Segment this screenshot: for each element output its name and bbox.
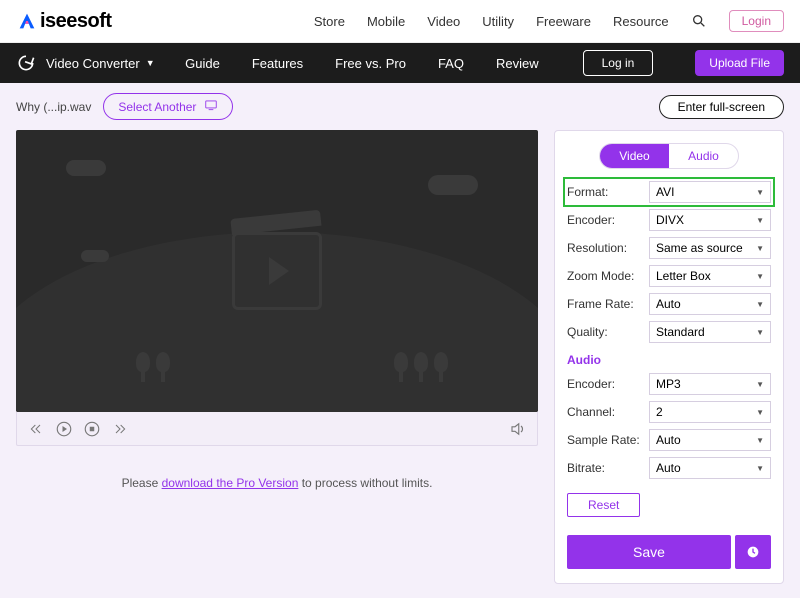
chevron-down-icon: ▼ [756, 380, 764, 389]
label-zoom-mode: Zoom Mode: [567, 269, 649, 283]
reset-button[interactable]: Reset [567, 493, 640, 517]
player-controls [16, 412, 538, 446]
save-button[interactable]: Save [567, 535, 731, 569]
select-channel[interactable]: 2▼ [649, 401, 771, 423]
select-zoom-mode[interactable]: Letter Box▼ [649, 265, 771, 287]
row-format: Format: AVI▼ [565, 179, 773, 205]
label-channel: Channel: [567, 405, 649, 419]
search-icon[interactable] [691, 13, 707, 29]
brand-mark-icon [16, 10, 38, 32]
monitor-icon [204, 98, 218, 115]
chevron-down-icon: ▼ [756, 216, 764, 225]
select-frame-rate[interactable]: Auto▼ [649, 293, 771, 315]
settings-panel: Video Audio Format: AVI▼ Encoder: DIVX▼ … [554, 130, 784, 584]
download-pro-link[interactable]: download the Pro Version [162, 476, 299, 490]
current-filename: Why (...ip.wav [16, 100, 91, 114]
row-audio-encoder: Encoder: MP3▼ [567, 371, 771, 397]
select-bitrate[interactable]: Auto▼ [649, 457, 771, 479]
label-audio-encoder: Encoder: [567, 377, 649, 391]
chevron-down-icon: ▼ [756, 300, 764, 309]
clock-icon [745, 544, 761, 560]
select-another-button[interactable]: Select Another [103, 93, 233, 120]
rewind-icon[interactable] [27, 420, 45, 438]
main-area: Please download the Pro Version to proce… [0, 130, 800, 598]
nav-mobile[interactable]: Mobile [367, 14, 405, 29]
chevron-down-icon: ▼ [756, 436, 764, 445]
label-sample-rate: Sample Rate: [567, 433, 649, 447]
volume-icon[interactable] [509, 420, 527, 438]
app-title[interactable]: Video Converter [46, 56, 140, 71]
select-quality[interactable]: Standard▼ [649, 321, 771, 343]
top-navbar: iseesoft Store Mobile Video Utility Free… [0, 0, 800, 43]
nav-video[interactable]: Video [427, 14, 460, 29]
chevron-down-icon: ▼ [756, 464, 764, 473]
video-preview[interactable] [16, 130, 538, 412]
select-video-encoder[interactable]: DIVX▼ [649, 209, 771, 231]
label-format: Format: [567, 185, 649, 199]
subnav-review[interactable]: Review [496, 56, 539, 71]
clapperboard-icon [232, 232, 322, 310]
select-another-label: Select Another [118, 100, 196, 114]
top-nav-links: Store Mobile Video Utility Freeware Reso… [314, 10, 784, 32]
subnav-faq[interactable]: FAQ [438, 56, 464, 71]
limit-message: Please download the Pro Version to proce… [16, 476, 538, 490]
chevron-down-icon: ▼ [756, 188, 764, 197]
row-zoom-mode: Zoom Mode: Letter Box▼ [567, 263, 771, 289]
nav-resource[interactable]: Resource [613, 14, 669, 29]
enter-fullscreen-button[interactable]: Enter full-screen [659, 95, 784, 119]
brand-text: iseesoft [40, 10, 112, 33]
tab-audio[interactable]: Audio [669, 144, 738, 168]
label-quality: Quality: [567, 325, 649, 339]
row-quality: Quality: Standard▼ [567, 319, 771, 345]
settings-tabs: Video Audio [599, 143, 739, 169]
audio-section-title: Audio [567, 353, 771, 367]
select-sample-rate[interactable]: Auto▼ [649, 429, 771, 451]
label-frame-rate: Frame Rate: [567, 297, 649, 311]
tab-video[interactable]: Video [600, 144, 669, 168]
select-format[interactable]: AVI▼ [649, 181, 771, 203]
chevron-down-icon: ▼ [756, 408, 764, 417]
stop-icon[interactable] [83, 420, 101, 438]
label-bitrate: Bitrate: [567, 461, 649, 475]
row-resolution: Resolution: Same as source▼ [567, 235, 771, 261]
play-icon[interactable] [55, 420, 73, 438]
label-video-encoder: Encoder: [567, 213, 649, 227]
preview-column: Please download the Pro Version to proce… [16, 130, 538, 584]
subnav-features[interactable]: Features [252, 56, 303, 71]
nav-freeware[interactable]: Freeware [536, 14, 591, 29]
save-row: Save [567, 517, 771, 569]
refresh-icon[interactable] [16, 53, 36, 73]
row-sample-rate: Sample Rate: Auto▼ [567, 427, 771, 453]
select-resolution[interactable]: Same as source▼ [649, 237, 771, 259]
save-history-button[interactable] [735, 535, 771, 569]
select-audio-encoder[interactable]: MP3▼ [649, 373, 771, 395]
login-button[interactable]: Login [729, 10, 784, 32]
row-bitrate: Bitrate: Auto▼ [567, 455, 771, 481]
row-frame-rate: Frame Rate: Auto▼ [567, 291, 771, 317]
nav-utility[interactable]: Utility [482, 14, 514, 29]
brand-logo[interactable]: iseesoft [16, 10, 112, 33]
forward-icon[interactable] [111, 420, 129, 438]
subnav-free-vs-pro[interactable]: Free vs. Pro [335, 56, 406, 71]
chevron-down-icon: ▼ [756, 244, 764, 253]
label-resolution: Resolution: [567, 241, 649, 255]
row-video-encoder: Encoder: DIVX▼ [567, 207, 771, 233]
subnav-guide[interactable]: Guide [185, 56, 220, 71]
row-channel: Channel: 2▼ [567, 399, 771, 425]
nav-store[interactable]: Store [314, 14, 345, 29]
upload-file-button[interactable]: Upload File [695, 50, 784, 76]
sub-navbar: Video Converter ▼ Guide Features Free vs… [0, 43, 800, 83]
login2-button[interactable]: Log in [583, 50, 654, 76]
chevron-down-icon: ▼ [756, 328, 764, 337]
file-toolbar: Why (...ip.wav Select Another Enter full… [0, 83, 800, 130]
sub-nav-links: Guide Features Free vs. Pro FAQ Review L… [185, 50, 784, 76]
preview-placeholder-art [16, 130, 538, 412]
app-title-caret-icon[interactable]: ▼ [146, 58, 155, 68]
chevron-down-icon: ▼ [756, 272, 764, 281]
